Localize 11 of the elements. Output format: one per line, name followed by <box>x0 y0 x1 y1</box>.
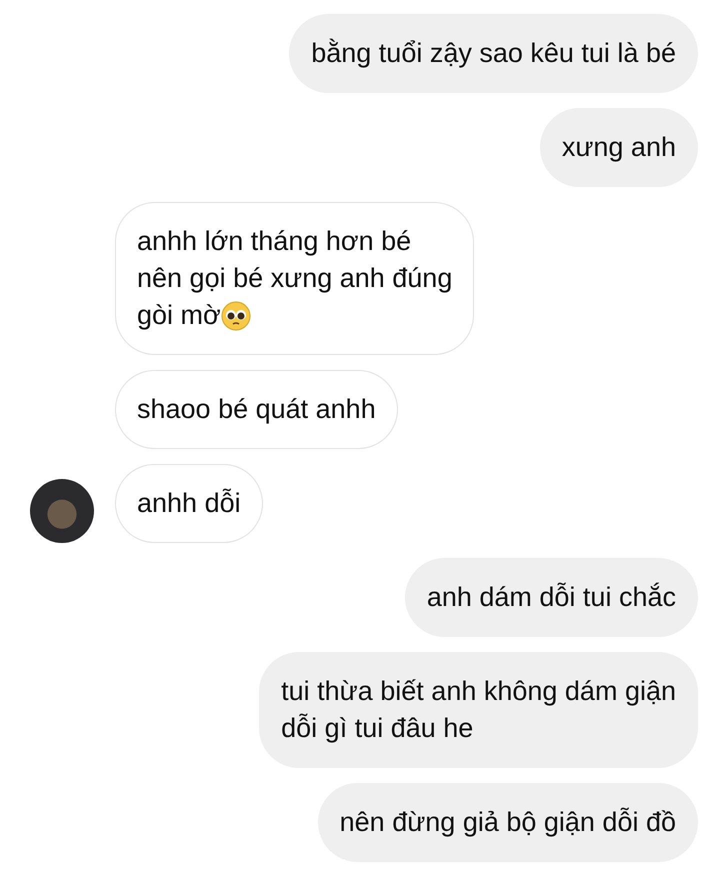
message-text: anhh lớn tháng hơn bé <box>137 225 412 258</box>
message-text: anh dám dỗi tui chắc <box>426 581 676 614</box>
message-text: tui thừa biết anh không dám giận <box>281 675 676 708</box>
message-text: gòi mờ <box>137 299 221 332</box>
message-text: nên gọi bé xưng anh đúng <box>137 262 452 295</box>
message-text: nên đừng giả bộ giận dỗi đồ <box>340 806 676 839</box>
message-text: bằng tuổi zậy sao kêu tui là bé <box>311 37 676 70</box>
message-text: dỗi gì tui đâu he <box>281 712 474 745</box>
message-text: anhh dỗi <box>137 487 241 520</box>
message-text: xưng anh <box>562 131 676 164</box>
message-text: shaoo bé quát anhh <box>137 393 376 426</box>
